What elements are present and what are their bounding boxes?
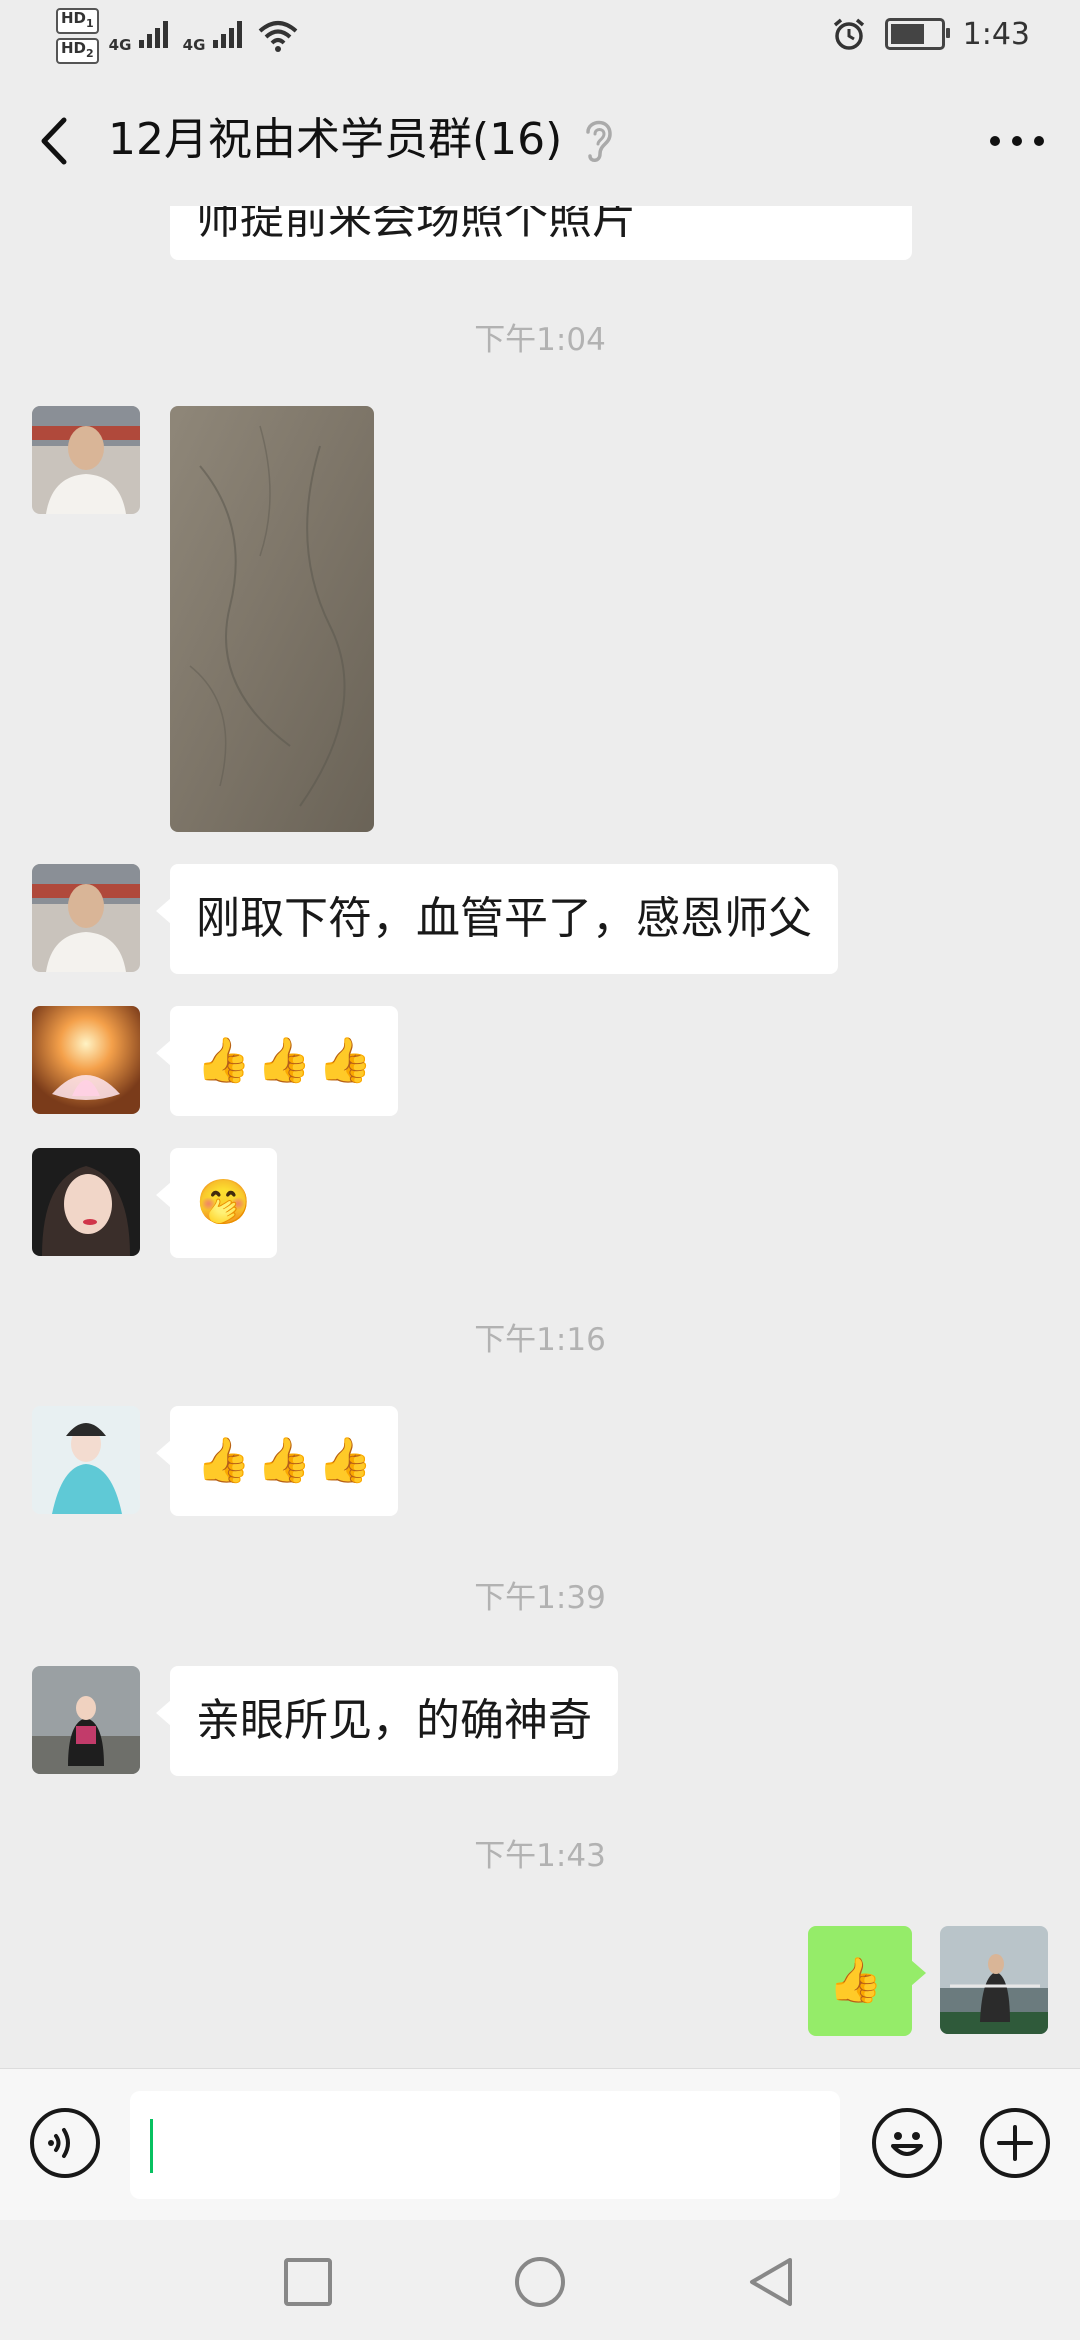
thumbs-up-emoji: 👍: [317, 1435, 373, 1486]
timestamp: 下午1:43: [474, 1838, 606, 1874]
timestamp: 下午1:39: [474, 1580, 606, 1616]
emoji-row: 👍: [828, 1952, 892, 2010]
hd-indicators: HD1 HD2: [56, 8, 99, 64]
status-right: 1:43: [831, 16, 1030, 52]
message-bubble[interactable]: 刚取下符，血管平了，感恩师父: [156, 864, 838, 974]
status-time: 1:43: [962, 16, 1030, 52]
emoji-row: 👍 👍 👍: [196, 1032, 372, 1090]
smiley-icon: [891, 2132, 923, 2156]
network1-label: 4G: [108, 36, 132, 54]
message-input[interactable]: [130, 2091, 840, 2199]
message-text: 刚取下符，血管平了，感恩师父: [196, 893, 812, 944]
back-triangle-icon[interactable]: [742, 2252, 802, 2312]
thumbs-up-emoji: 👍: [256, 1435, 312, 1486]
message-bubble-partial[interactable]: 师提前来会场照个照片: [170, 206, 912, 260]
avatar[interactable]: [32, 1006, 140, 1114]
hd1-text: HD: [61, 9, 87, 27]
back-button[interactable]: [28, 106, 80, 176]
voice-icon: [48, 2128, 70, 2158]
hd2-badge: HD2: [56, 38, 99, 64]
message-bubble[interactable]: 🤭: [156, 1148, 277, 1258]
input-bar: [0, 2068, 1080, 2221]
text-caret: [150, 2119, 153, 2173]
hd1-badge: HD1: [56, 8, 99, 34]
network2-label: 4G: [182, 36, 206, 54]
voice-button[interactable]: [30, 2108, 100, 2178]
message-text: 师提前来会场照个照片: [196, 206, 636, 244]
thumbs-up-emoji: 👍: [828, 1955, 883, 2006]
avatar[interactable]: [32, 406, 140, 514]
thumbs-up-emoji: 👍: [317, 1035, 373, 1086]
message-bubble[interactable]: 👍 👍 👍: [155, 1406, 399, 1516]
status-left: HD1 HD2 4G 4G: [56, 8, 299, 64]
signal-2: 4G: [183, 18, 247, 54]
status-bar: HD1 HD2 4G 4G 1:43: [0, 0, 1080, 76]
avatar[interactable]: [32, 1666, 140, 1774]
plus-button[interactable]: [980, 2108, 1050, 2178]
home-circle-icon[interactable]: [510, 2252, 570, 2312]
message-bubble[interactable]: 👍 👍 👍: [155, 1006, 399, 1116]
timestamp: 下午1:16: [474, 1322, 606, 1358]
chat-header: 12月祝由术学员群(16): [0, 76, 1080, 206]
emoji-row: 🤭: [196, 1174, 251, 1232]
avatar[interactable]: [32, 864, 140, 972]
battery-icon: [884, 18, 950, 50]
recents-square-icon[interactable]: [278, 2252, 338, 2312]
message-list[interactable]: 师提前来会场照个照片 下午1:04 刚取下符，血管平了，感恩师父 👍 👍 👍 🤭…: [0, 206, 1080, 2068]
battery-fill: [890, 24, 925, 44]
alarm-icon: [833, 18, 864, 50]
avatar[interactable]: [32, 1148, 140, 1256]
plus-icon: [997, 2125, 1033, 2161]
navigation-bar: [0, 2220, 1080, 2340]
message-bubble[interactable]: 亲眼所见，的确神奇: [156, 1666, 618, 1776]
signal-bars-icon: [212, 21, 242, 48]
signal-bars-icon: [138, 21, 168, 48]
emoji-button[interactable]: [872, 2108, 942, 2178]
hd2-text: HD: [61, 39, 87, 57]
wifi-icon: [258, 21, 297, 52]
thumbs-up-emoji: 👍: [256, 1035, 312, 1086]
ear-icon: [586, 120, 612, 162]
timestamp: 下午1:04: [474, 322, 606, 358]
thumbs-up-emoji: 👍: [196, 1435, 251, 1486]
chat-title: 12月祝由术学员群(16): [108, 114, 563, 165]
avatar[interactable]: [32, 1406, 140, 1514]
thumbs-up-emoji: 👍: [196, 1035, 251, 1086]
message-bubble-own[interactable]: 👍: [808, 1926, 926, 2036]
more-dots-icon[interactable]: [982, 106, 1052, 176]
message-text: 亲眼所见，的确神奇: [196, 1695, 592, 1746]
own-avatar[interactable]: [940, 1926, 1048, 2034]
emoji-row: 👍 👍 👍: [196, 1432, 372, 1490]
signal-1: 4G: [109, 18, 173, 54]
photo-message[interactable]: [170, 406, 374, 832]
hd2-sub: 2: [86, 47, 94, 60]
face-with-hand-over-mouth-emoji: 🤭: [196, 1177, 251, 1228]
hd1-sub: 1: [86, 17, 94, 30]
